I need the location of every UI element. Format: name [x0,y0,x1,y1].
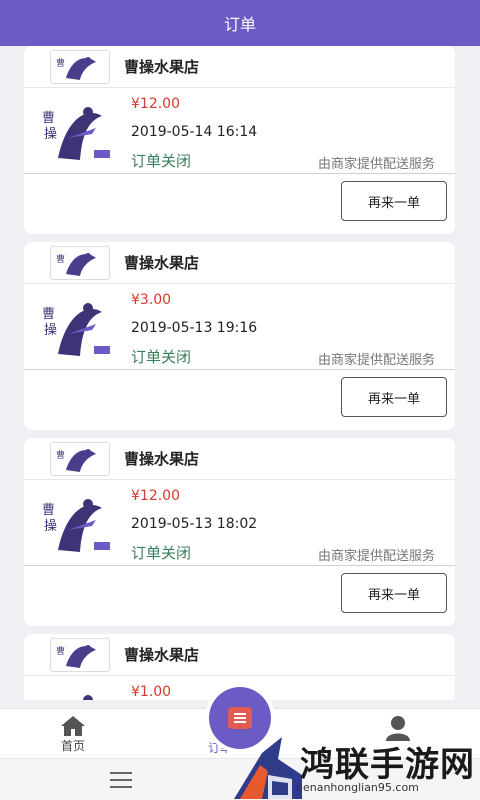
svg-text:曹: 曹 [56,449,65,461]
watermark-logo [234,737,302,799]
watermark-url: henanhonglian95.com [296,781,419,794]
svg-text:曹: 曹 [42,111,55,126]
order-status: 订单关闭 [131,348,192,366]
home-icon [61,716,85,736]
order-price: ¥12.00 [131,96,180,112]
shop-name: 曹操水果店 [124,58,200,76]
shop-logo: 曹 [50,637,110,672]
reorder-button[interactable]: 再来一单 [341,181,447,221]
order-status: 订单关闭 [131,152,192,170]
delivery-note: 由商家提供配送服务 [317,549,435,564]
order-card: 曹 曹操水果店 曹操 ¥3.00 2019-05-13 19:16 订单关闭 由… [24,242,455,430]
tab-home-label: 首页 [60,739,85,753]
shop-row[interactable]: 曹 曹操水果店 [24,438,455,480]
page-title: 订单 [223,15,256,34]
shop-name: 曹操水果店 [124,254,200,272]
delivery-note: 由商家提供配送服务 [317,157,435,172]
watermark-title: 鸿联手游网 [300,745,475,785]
menu-icon[interactable] [110,772,132,793]
order-time: 2019-05-13 18:02 [131,516,258,532]
product-thumbnail [38,686,114,700]
order-actions: 再来一单 [24,370,455,430]
reorder-button[interactable]: 再来一单 [341,377,447,417]
svg-text:曹: 曹 [42,503,55,518]
order-actions: 再来一单 [24,566,455,626]
delivery-note: 由商家提供配送服务 [317,353,435,368]
svg-text:曹: 曹 [42,307,55,322]
svg-text:操: 操 [44,126,57,142]
order-price: ¥1.00 [131,684,172,700]
reorder-button[interactable]: 再来一单 [341,573,447,613]
shop-name: 曹操水果店 [124,646,200,664]
order-time: 2019-05-13 19:16 [131,320,258,336]
order-item[interactable]: 曹操 ¥12.00 2019-05-13 18:02 订单关闭 由商家提供配送服… [24,480,455,566]
svg-text:曹: 曹 [56,253,65,265]
order-card: 曹 曹操水果店 曹操 ¥12.00 2019-05-14 16:14 订单关闭 … [24,46,455,234]
svg-text:曹: 曹 [56,645,65,657]
order-list[interactable]: 曹 曹操水果店 曹操 ¥12.00 2019-05-14 16:14 订单关闭 … [0,46,480,700]
order-price: ¥12.00 [131,488,180,504]
app-header: 订单 [0,0,480,46]
order-card: 曹 曹操水果店 曹操 ¥12.00 2019-05-13 18:02 订单关闭 … [24,438,455,626]
order-list-icon [228,707,252,729]
order-status: 订单关闭 [131,544,192,562]
shop-row[interactable]: 曹 曹操水果店 [24,242,455,284]
order-price: ¥3.00 [131,292,172,308]
shop-logo: 曹 [50,245,110,280]
svg-text:操: 操 [44,322,57,338]
order-time: 2019-05-14 16:14 [131,124,258,140]
shop-row[interactable]: 曹 曹操水果店 [24,46,455,88]
svg-text:曹: 曹 [56,57,65,69]
order-actions: 再来一单 [24,174,455,234]
shop-name: 曹操水果店 [124,450,200,468]
order-item[interactable]: 曹操 ¥12.00 2019-05-14 16:14 订单关闭 由商家提供配送服… [24,88,455,174]
watermark: 鸿联手游网 henanhonglian95.com [232,735,480,800]
tab-home[interactable]: 首页 [60,715,86,754]
shop-logo: 曹 [50,49,110,84]
order-item[interactable]: 曹操 ¥3.00 2019-05-13 19:16 订单关闭 由商家提供配送服务 [24,284,455,370]
product-thumbnail: 曹操 [38,294,114,360]
product-thumbnail: 曹操 [38,490,114,556]
shop-row[interactable]: 曹 曹操水果店 [24,634,455,676]
svg-text:操: 操 [44,518,57,534]
shop-logo: 曹 [50,441,110,476]
product-thumbnail: 曹操 [38,98,114,164]
